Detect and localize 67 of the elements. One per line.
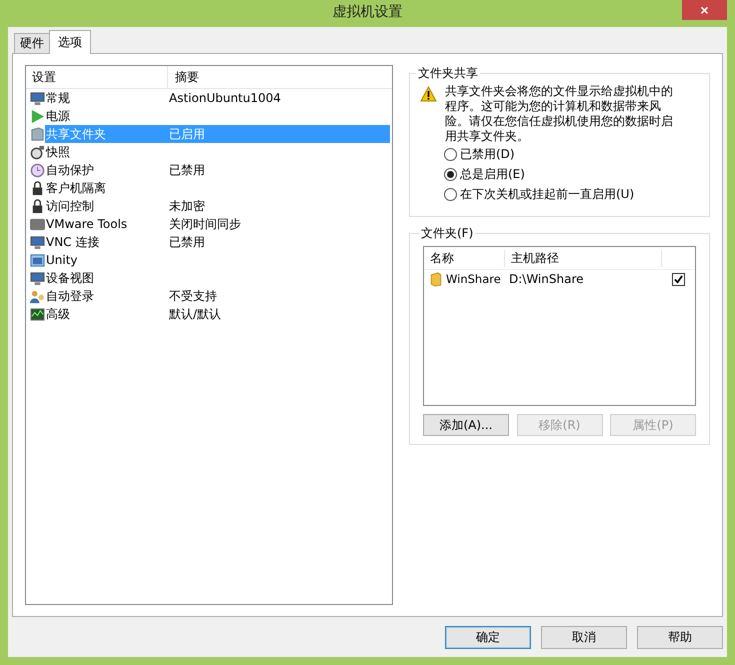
setting-name: 高级 [45,306,71,322]
setting-summary: 不受支持 [169,288,217,304]
setting-summary: 已启用 [169,126,205,142]
column-header[interactable]: 主机路径 [505,250,662,266]
setting-name: 自动保护 [45,162,95,178]
folder-path: D:\WinShare [508,272,584,286]
dialog-button[interactable]: 取消 [541,626,627,649]
tile-icon [30,216,45,232]
setting-name: 共享文件夹 [45,126,107,142]
column-header[interactable]: 设置 [26,66,168,88]
radio-option[interactable]: 总是启用(E) [444,164,525,184]
setting-name: Unity [45,253,79,267]
group-title: 文件夹(F) [420,225,474,242]
setting-name: 设备视图 [45,270,95,286]
warning-text: 共享文件夹会将您的文件显示给虚拟机中的程序。这可能为您的计算机和数据带来风险。请仅在您信任虚拟机使用您的数据时启用共享文件夹。 [445,84,674,144]
monitor-icon [30,90,45,106]
setting-name: 电源 [45,108,71,124]
warning-icon [420,86,437,102]
settings-row[interactable]: 自动登录 不受支持 [45,287,390,305]
settings-row[interactable]: 电源 [45,107,390,125]
dialog-button[interactable]: 确定 [445,626,531,649]
camera-icon [30,144,45,160]
settings-row[interactable]: 设备视图 [45,269,390,287]
tab[interactable]: 选项 [49,30,91,54]
setting-name: 客户机隔离 [45,180,107,196]
setting-summary: 已禁用 [169,162,205,178]
dialog-button[interactable]: 帮助 [637,626,723,649]
radio-option[interactable]: 在下次关机或挂起前一直启用(U) [444,184,634,204]
settings-row[interactable]: 常规 AstionUbuntu1004 [45,89,390,107]
chart-icon [30,306,45,322]
monitor-icon [30,270,45,286]
settings-row[interactable]: VNC 连接 已禁用 [45,233,390,251]
column-header[interactable]: 名称 [424,250,505,266]
setting-summary: 已禁用 [169,234,205,250]
lock-icon [30,180,45,196]
close-button[interactable]: × [682,0,727,20]
settings-row[interactable]: 访问控制 未加密 [45,197,390,215]
settings-row[interactable]: 客户机隔离 [45,179,390,197]
setting-name: 常规 [45,90,71,106]
setting-summary: AstionUbuntu1004 [169,91,281,105]
monitor-icon [30,234,45,250]
folder-name: WinShare [446,272,502,286]
settings-row[interactable]: 高级 默认/默认 [45,305,390,323]
setting-name: 快照 [45,144,71,160]
play-icon [30,108,45,124]
setting-name: VMware Tools [45,217,128,231]
radio-option[interactable]: 已禁用(D) [444,144,515,164]
checkbox[interactable] [672,272,685,286]
column-header[interactable]: 摘要 [168,66,392,88]
users-icon [30,288,45,304]
settings-row[interactable]: 快照 [45,143,390,161]
folder-button[interactable]: 添加(A)... [423,414,509,436]
setting-name: VNC 连接 [45,234,100,250]
lock-icon [30,198,45,214]
group-title: 文件夹共享 [417,65,479,82]
setting-name: 访问控制 [45,198,95,214]
settings-row[interactable]: 自动保护 已禁用 [45,161,390,179]
clock-icon [30,162,45,178]
window-icon [30,252,45,268]
window-title: 虚拟机设置 [332,3,404,21]
settings-row[interactable]: Unity [45,251,390,269]
setting-name: 自动登录 [45,288,95,304]
setting-summary: 未加密 [169,198,205,214]
setting-summary: 关闭时间同步 [169,216,241,232]
tab[interactable]: 硬件 [14,33,50,53]
setting-summary: 默认/默认 [169,306,222,322]
settings-row[interactable]: VMware Tools 关闭时间同步 [45,215,390,233]
